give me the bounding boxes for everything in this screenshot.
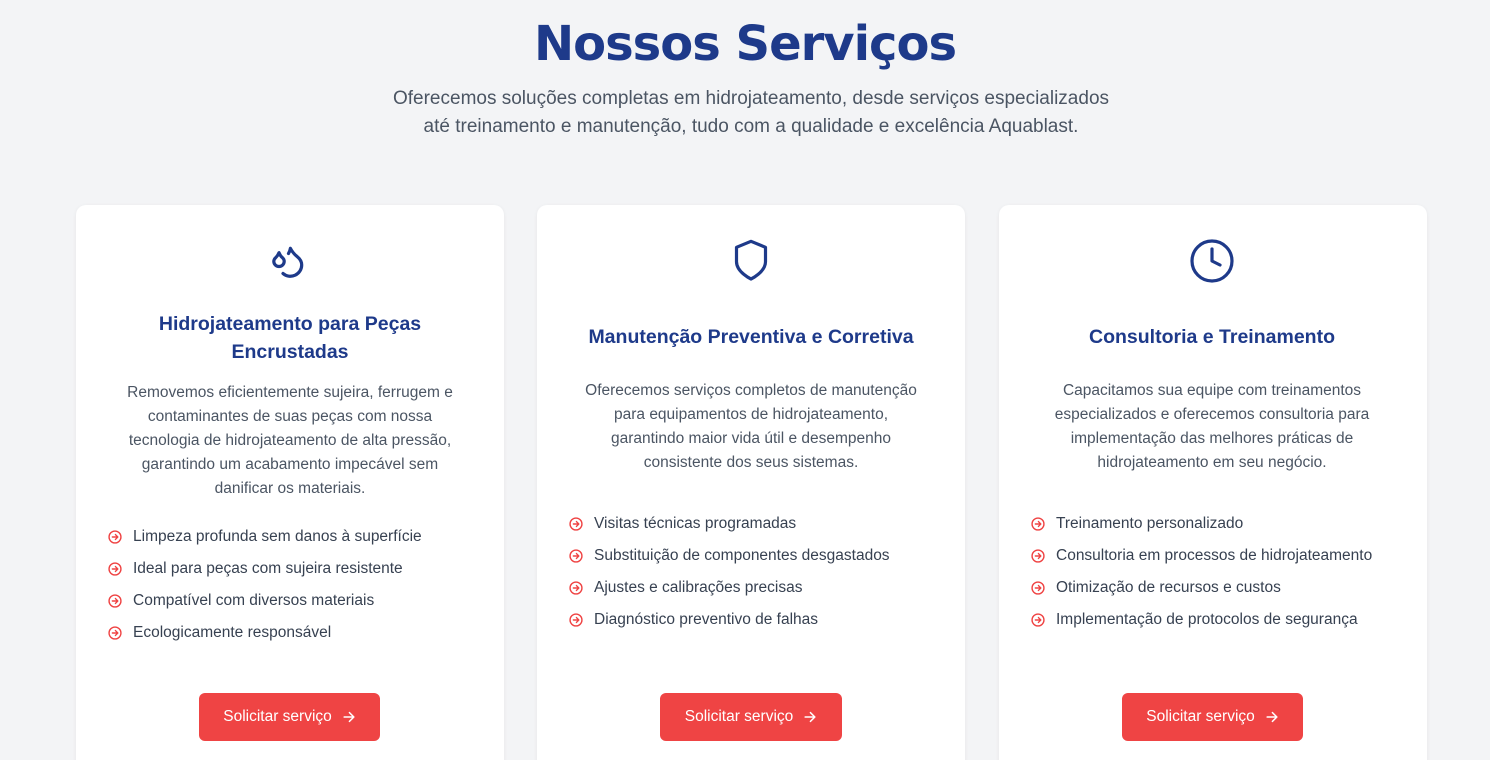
card-title-line: Encrustadas [231, 341, 349, 363]
service-card-maintenance [537, 205, 965, 760]
feature-item: Otimização de recursos e custos [1031, 572, 1372, 604]
request-service-button[interactable]: Solicitar serviço [199, 693, 380, 741]
feature-label: Diagnóstico preventivo de falhas [594, 611, 819, 628]
feature-label: Otimização de recursos e custos [1056, 579, 1281, 596]
arrow-circle-right-icon [108, 626, 122, 640]
card-description: Capacitamos sua equipe com treinamentos … [1034, 379, 1390, 475]
card-description-line: danificar os materiais. [214, 480, 366, 497]
card-description-line: implementação das melhores práticas de [1070, 430, 1354, 447]
card-title-line: Consultoria e Treinamento [1089, 326, 1335, 348]
arrow-circle-right-icon [569, 613, 583, 627]
card-description-line: Capacitamos sua equipe com treinamentos [1062, 382, 1362, 399]
feature-label: Compatível com diversos materiais [133, 592, 375, 609]
feature-label: Consultoria em processos de hidrojateame… [1056, 547, 1373, 564]
arrow-circle-right-icon [1031, 613, 1045, 627]
arrow-circle-right-icon [108, 562, 122, 576]
feature-list: Visitas técnicas programadas Substituiçã… [569, 508, 890, 636]
feature-label: Ideal para peças com sujeira resistente [133, 560, 403, 577]
card-description-line: tecnologia de hidrojateamento de alta pr… [128, 432, 452, 449]
card-description-line: especializados e oferecemos consultoria … [1054, 406, 1370, 423]
arrow-circle-right-icon [569, 581, 583, 595]
subtitle-line: Oferecemos soluções completas em hidroja… [392, 88, 1110, 109]
feature-list: Treinamento personalizado Consultoria em… [1031, 508, 1372, 636]
arrow-circle-right-icon [1031, 549, 1045, 563]
card-description: Oferecemos serviços completos de manuten… [573, 379, 929, 475]
card-title: Hidrojateamento para Peças Encrustadas [120, 310, 460, 366]
card-description-line: Oferecemos serviços completos de manuten… [585, 382, 917, 399]
card-title: Consultoria e Treinamento [1042, 323, 1382, 351]
feature-item: Substituição de componentes desgastados [569, 540, 890, 572]
feature-item: Visitas técnicas programadas [569, 508, 890, 540]
card-description: Removemos eficientemente sujeira, ferrug… [112, 381, 468, 501]
button-label: Solicitar serviço [1146, 708, 1255, 725]
arrow-circle-right-icon [1031, 517, 1045, 531]
feature-list: Limpeza profunda sem danos à superfície … [108, 521, 422, 649]
card-title-line: Manutenção Preventiva e Corretiva [588, 326, 914, 348]
card-description-line: para equipamentos de hidrojateamento, [613, 406, 889, 423]
feature-item: Ideal para peças com sujeira resistente [108, 553, 422, 585]
arrow-circle-right-icon [569, 549, 583, 563]
droplets-icon [272, 246, 304, 278]
feature-label: Limpeza profunda sem danos à superfície [133, 528, 422, 545]
arrow-right-icon [1266, 711, 1278, 723]
arrow-circle-right-icon [1031, 581, 1045, 595]
section-title: Nossos Serviços [533, 16, 957, 72]
card-description-line: consistente dos seus sistemas. [643, 454, 859, 471]
feature-item: Consultoria em processos de hidrojateame… [1031, 540, 1372, 572]
card-description-line: garantindo um acabamento impecável sem [141, 456, 439, 473]
feature-label: Visitas técnicas programadas [594, 515, 797, 532]
arrow-circle-right-icon [569, 517, 583, 531]
card-title-line: Hidrojateamento para Peças [158, 313, 422, 335]
button-label: Solicitar serviço [684, 708, 794, 725]
feature-item: Ecologicamente responsável [108, 617, 422, 649]
card-description-line: garantindo maior vida útil e desempenho [610, 430, 892, 447]
feature-label: Implementação de protocolos de segurança [1056, 611, 1358, 628]
arrow-right-icon [343, 711, 355, 723]
clock-icon [1190, 239, 1234, 283]
feature-item: Limpeza profunda sem danos à superfície [108, 521, 422, 553]
card-description-line: hidrojateamento em seu negócio. [1097, 454, 1327, 471]
arrow-circle-right-icon [108, 594, 122, 608]
shield-icon [734, 239, 768, 281]
button-label: Solicitar serviço [223, 708, 332, 725]
feature-label: Ajustes e calibrações precisas [594, 579, 803, 596]
request-service-button[interactable]: Solicitar serviço [1122, 693, 1303, 741]
feature-item: Compatível com diversos materiais [108, 585, 422, 617]
feature-item: Treinamento personalizado [1031, 508, 1372, 540]
feature-item: Diagnóstico preventivo de falhas [569, 604, 890, 636]
card-description-line: contaminantes de suas peças com nossa [147, 408, 433, 425]
services-section: Nossos Serviços Oferecemos soluções comp… [0, 0, 1490, 760]
request-service-button[interactable]: Solicitar serviço [660, 693, 842, 741]
feature-label: Substituição de componentes desgastados [594, 547, 890, 564]
feature-item: Implementação de protocolos de segurança [1031, 604, 1372, 636]
arrow-right-icon [804, 711, 816, 723]
subtitle-line: até treinamento e manutenção, tudo com a… [423, 116, 1079, 137]
section-subtitle: Oferecemos soluções completas em hidroja… [370, 85, 1132, 141]
feature-label: Ecologicamente responsável [133, 624, 332, 641]
service-card-consulting [999, 205, 1427, 760]
arrow-circle-right-icon [108, 530, 122, 544]
feature-item: Ajustes e calibrações precisas [569, 572, 890, 604]
card-description-line: Removemos eficientemente sujeira, ferrug… [127, 384, 453, 401]
card-title: Manutenção Preventiva e Corretiva [581, 323, 921, 351]
feature-label: Treinamento personalizado [1056, 515, 1244, 532]
